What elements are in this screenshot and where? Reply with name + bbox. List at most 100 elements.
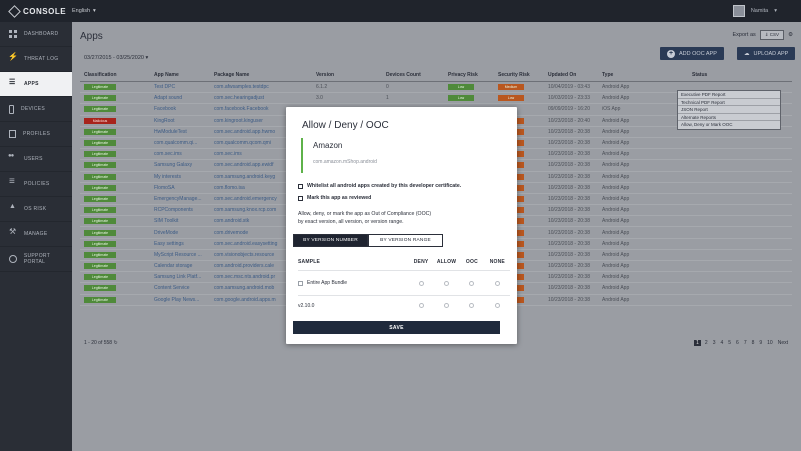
sidebar-item-dashboard[interactable]: DASHBOARD <box>0 22 72 47</box>
page-link[interactable]: Next <box>777 340 789 346</box>
export-format-select[interactable]: ⇓ CSV <box>759 30 785 40</box>
checkbox[interactable] <box>298 183 303 189</box>
modal-description: Allow, deny, or mark the app as Out of C… <box>298 210 498 226</box>
none-radio[interactable] <box>494 303 500 308</box>
col-status[interactable]: Status <box>688 72 788 78</box>
table-header: Classification App Name Package Name Ver… <box>80 69 792 82</box>
col-app-name[interactable]: App Name <box>150 72 210 78</box>
page-link[interactable]: 3 <box>712 340 717 346</box>
classification-cell: Legitimate <box>80 184 150 191</box>
refresh-icon[interactable]: ↻ <box>113 340 117 346</box>
sidebar-item-label: DEVICES <box>21 106 46 112</box>
apps-icon <box>9 78 17 88</box>
classification-cell-badge: Legitimate <box>84 84 116 91</box>
mark-reviewed-checkbox[interactable]: Mark this app as reviewed <box>298 195 371 201</box>
date-range-selector[interactable]: 03/27/2015 - 03/25/2020 ▾ <box>84 55 148 61</box>
checkbox[interactable] <box>298 195 303 201</box>
user-menu[interactable]: Namita ▾ <box>732 5 777 17</box>
updated-on-cell: 09/09/2019 - 16:20 <box>548 106 590 113</box>
ooc-radio[interactable] <box>469 303 475 308</box>
page-link[interactable]: 7 <box>743 340 748 346</box>
sidebar-item-profiles[interactable]: PROFILES <box>0 122 72 147</box>
tab-by-version-range[interactable]: BY VERSION RANGE <box>368 234 443 247</box>
checkbox[interactable] <box>298 280 303 286</box>
updated-on-cell: 10/23/2018 - 20:38 <box>548 285 590 292</box>
updated-on-cell: 10/03/2019 - 23:33 <box>548 95 590 102</box>
updated-on-cell: 10/04/2019 - 03:43 <box>548 84 590 91</box>
sidebar-item-support-portal[interactable]: SUPPORT PORTAL <box>0 247 72 272</box>
col-package-name[interactable]: Package Name <box>210 72 312 78</box>
page-link[interactable]: 8 <box>751 340 756 346</box>
app-name-cell: SIM Toolkit <box>154 218 179 225</box>
sidebar-item-devices[interactable]: DEVICES <box>0 97 72 122</box>
export-format-value: CSV <box>769 32 780 37</box>
pagination: 1 2 3 4 5 6 7 8 9 10 Next <box>694 340 789 346</box>
page-link[interactable]: 4 <box>719 340 724 346</box>
export-label: Export as <box>732 32 756 38</box>
page-link[interactable]: 5 <box>727 340 732 346</box>
classification-cell-badge: Malicious <box>84 117 116 124</box>
allow-radio[interactable] <box>444 280 449 286</box>
type-cell: Android App <box>602 117 630 124</box>
sidebar-item-threat-log[interactable]: THREAT LOG <box>0 47 72 72</box>
plus-icon: + <box>667 49 675 58</box>
classification-cell-badge: Legitimate <box>84 162 116 169</box>
app-name-cell: EmergencyManage... <box>154 195 202 202</box>
menu-item[interactable]: Executive PDF Report <box>678 91 780 99</box>
sidebar-item-manage[interactable]: MANAGE <box>0 222 72 247</box>
classification-cell-badge: Legitimate <box>84 184 116 191</box>
phone-icon <box>9 104 14 114</box>
console-logo[interactable]: CONSOLE <box>0 4 72 18</box>
type-cell: Android App <box>602 263 630 270</box>
language-selector[interactable]: English ▾ <box>72 8 96 14</box>
type-cell: Android App <box>602 162 630 169</box>
type-cell: iOS App <box>602 106 621 113</box>
page-link[interactable]: 1 <box>694 340 701 346</box>
menu-item[interactable]: Alternate Reports <box>678 114 780 122</box>
menu-item[interactable]: JSON Report <box>678 106 780 114</box>
none-radio[interactable] <box>494 280 500 286</box>
menu-item[interactable]: Technical PDF Report <box>678 99 780 107</box>
deny-radio[interactable] <box>418 280 424 286</box>
page-link[interactable]: 2 <box>704 340 709 346</box>
col-allow: ALLOW <box>436 259 457 265</box>
ooc-radio[interactable] <box>469 280 475 286</box>
page-link[interactable]: 10 <box>766 340 774 346</box>
col-classification[interactable]: Classification <box>80 72 150 78</box>
grid-icon <box>9 30 17 38</box>
classification-cell: Legitimate <box>80 128 150 135</box>
sidebar-item-users[interactable]: USERS <box>0 147 72 172</box>
type-cell: Android App <box>602 240 630 247</box>
allow-radio-cell <box>434 280 459 286</box>
type-cell: Android App <box>602 195 630 202</box>
type-cell: Android App <box>602 229 630 236</box>
sidebar-item-label: MANAGE <box>24 231 48 237</box>
deny-radio[interactable] <box>418 303 424 308</box>
sidebar-item-policies[interactable]: POLICIES <box>0 172 72 197</box>
col-version[interactable]: Version <box>312 72 382 78</box>
sidebar-item-os-risk[interactable]: OS RISK <box>0 197 72 222</box>
sidebar-item-label: POLICIES <box>24 181 50 187</box>
page-link[interactable]: 6 <box>735 340 740 346</box>
page-link[interactable]: 9 <box>758 340 763 346</box>
upload-app-button[interactable]: ☁ UPLOAD APP <box>737 47 796 60</box>
add-ooc-app-button[interactable]: + ADD OOC APP <box>660 47 724 60</box>
app-name-cell: HwModuleTest <box>154 128 187 135</box>
col-updated-on[interactable]: Updated On <box>544 72 598 78</box>
gear-icon[interactable]: ⚙ <box>788 32 793 38</box>
col-type[interactable]: Type <box>598 72 688 78</box>
save-button[interactable]: SAVE <box>293 321 500 334</box>
menu-item[interactable]: Allow, Deny or Mark OOC <box>678 121 780 129</box>
updated-on-cell: 10/23/2018 - 20:38 <box>548 162 590 169</box>
modal-app-name: Amazon <box>313 141 343 150</box>
allow-radio-cell <box>434 303 459 308</box>
whitelist-developer-checkbox[interactable]: Whitelist all android apps created by th… <box>298 183 461 189</box>
col-security-risk[interactable]: Security Risk <box>494 72 544 78</box>
col-devices-count[interactable]: Devices Count <box>382 72 444 78</box>
allow-radio[interactable] <box>444 303 449 308</box>
sidebar-item-apps[interactable]: APPS <box>0 72 72 97</box>
tab-by-version-number[interactable]: BY VERSION NUMBER <box>293 234 368 247</box>
col-privacy-risk[interactable]: Privacy Risk <box>444 72 494 78</box>
privacy-risk-cell-badge: Low <box>448 84 474 91</box>
security-risk-cell-badge: Low <box>498 95 524 102</box>
